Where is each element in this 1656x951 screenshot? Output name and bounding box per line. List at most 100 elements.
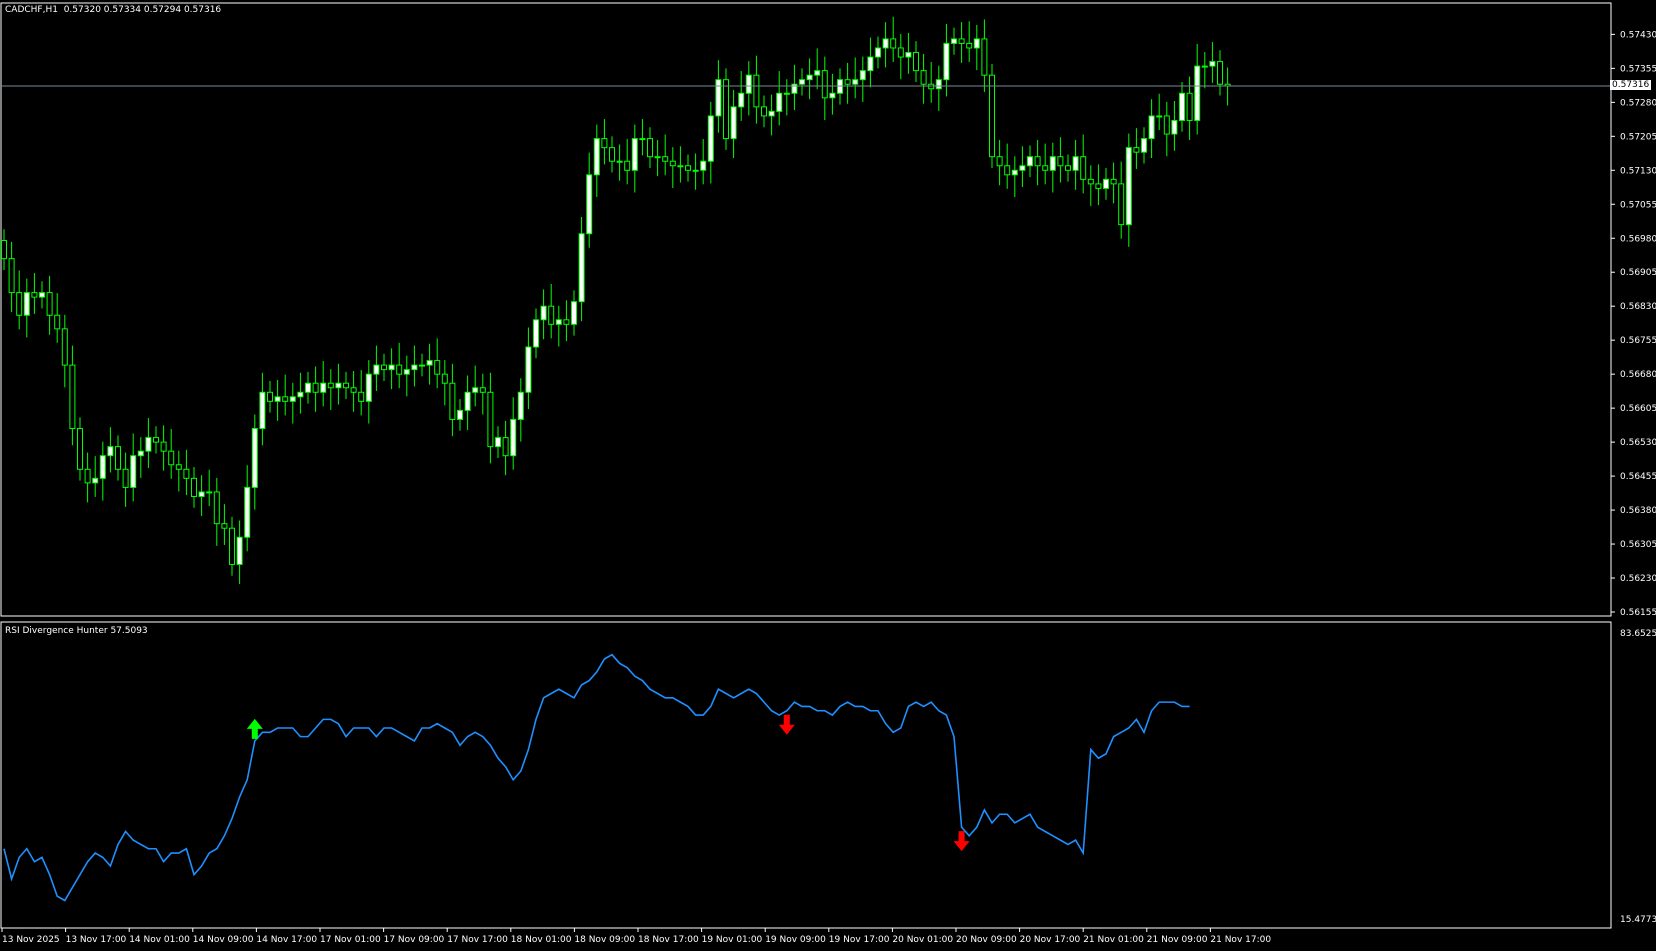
candle-bearish [1118,183,1125,226]
candle-bullish [1103,178,1109,189]
candle-bullish [365,373,372,402]
price-tick-label: 0.56380 [1620,506,1656,516]
price-axis[interactable]: 0.57430 0.57355 0.57280 0.57205 0.57130 0.570… [1611,30,1656,925]
candle-bullish [814,70,821,76]
price-tick-label: 0.56455 [1620,472,1656,482]
candle-bearish [396,364,403,375]
candle-bullish [1148,115,1155,140]
candle-bearish [282,396,289,402]
time-tick-label: 21 Nov 01:00 [1083,935,1144,945]
candle-bearish [77,428,83,470]
candle-bearish [449,382,456,420]
candle-bearish [624,160,631,171]
candle-bearish [989,74,995,158]
candle-bullish [943,42,950,81]
candle-bullish [137,450,144,457]
candle-bearish [1042,165,1049,171]
price-tick-label: 0.56830 [1620,302,1656,312]
candle-bearish [761,106,767,117]
candle-bearish [267,391,273,402]
candle-bullish [1125,147,1132,226]
candle-bearish [479,387,486,393]
time-tick-label: 13 Nov 2025 [2,935,60,945]
time-tick-label: 19 Nov 09:00 [765,935,826,945]
current-price-tag: 0.57316 [1610,80,1652,91]
candle-bullish [457,409,463,420]
candle-bullish [799,79,805,85]
price-tick-label: 0.56605 [1620,404,1656,414]
candle-bearish [753,74,760,108]
candle-bearish [69,364,76,430]
price-tick-label: 0.57130 [1620,166,1656,176]
candle-bearish [115,446,121,470]
candle-bullish [1141,138,1147,153]
candle-bearish [1004,165,1011,176]
candle-bullish [715,79,722,117]
candle-bullish [411,364,418,371]
candle-bullish [768,110,775,117]
indicator-value: 57.5093 [110,626,148,636]
candle-bearish [1217,61,1223,85]
candle-bullish [145,437,152,452]
candle-bullish [859,70,866,81]
candle-bearish [502,437,509,457]
candle-bullish [403,369,410,375]
time-tick-label: 19 Nov 01:00 [702,935,763,945]
candle-bearish [981,38,988,76]
candle-bullish [692,169,699,172]
candle-bearish [609,147,615,162]
candle-bullish [1194,65,1201,121]
time-tick-label: 21 Nov 09:00 [1147,935,1208,945]
candle-bearish [897,47,904,58]
candle-bullish [388,364,395,371]
time-axis[interactable]: 13 Nov 2025 13 Nov 17:00 14 Nov 01:00 14 No… [1,928,1271,945]
candle-bullish [882,38,889,49]
candle-bearish [1163,115,1170,135]
candle-bullish [571,301,577,325]
chart-canvas[interactable]: 0.57430 0.57355 0.57280 0.57205 0.57130 0.570… [0,0,1656,948]
rsi-line [3,653,1190,902]
candle-bullish [829,92,836,99]
candle-bearish [153,437,159,443]
candle-bullish [92,477,99,484]
candle-bullish [852,79,859,85]
candle-bearish [669,160,676,167]
candle-bearish [229,527,235,565]
main-pane-border [0,2,1612,617]
candle-bullish [973,38,980,49]
candle-bullish [654,156,661,159]
price-tick-label: 0.57355 [1620,64,1656,74]
candle-bullish [1179,92,1185,121]
candle-bearish [1110,178,1117,185]
candle-bearish [46,292,53,316]
candle-bearish [685,165,691,171]
candle-bullish [99,455,106,479]
candle-bullish [1209,61,1216,67]
candle-bearish [1087,178,1094,185]
candle-bullish [419,364,425,367]
candle-bearish [312,382,319,393]
price-tick-label: 0.56155 [1620,608,1656,618]
price-tick-label: 0.56980 [1620,234,1656,244]
candle-bullish [1072,156,1079,171]
price-tick-label: 0.56230 [1620,574,1656,584]
candle-bullish [951,38,957,44]
candle-bearish [958,38,965,44]
rsi-layer [3,653,1190,902]
candle-bearish [913,52,919,72]
price-tick-label: 0.56755 [1620,336,1656,346]
trading-chart[interactable]: 0.57430 0.57355 0.57280 0.57205 0.57130 0.570… [0,0,1656,948]
candle-bullish [616,160,623,163]
candle-bullish [867,56,874,72]
time-tick-label: 14 Nov 09:00 [193,935,254,945]
ohlc-label: 0.57320 0.57334 0.57294 0.57316 [63,5,222,15]
candle-bullish [472,387,479,393]
sell-arrow-icon [778,714,795,735]
candle-bearish [723,79,729,140]
candle-bullish [905,52,912,58]
candle-bearish [213,491,220,525]
time-tick-label: 18 Nov 17:00 [638,935,699,945]
candle-bearish [1065,165,1071,171]
candle-bearish [920,70,927,85]
candle-bullish [107,446,114,457]
